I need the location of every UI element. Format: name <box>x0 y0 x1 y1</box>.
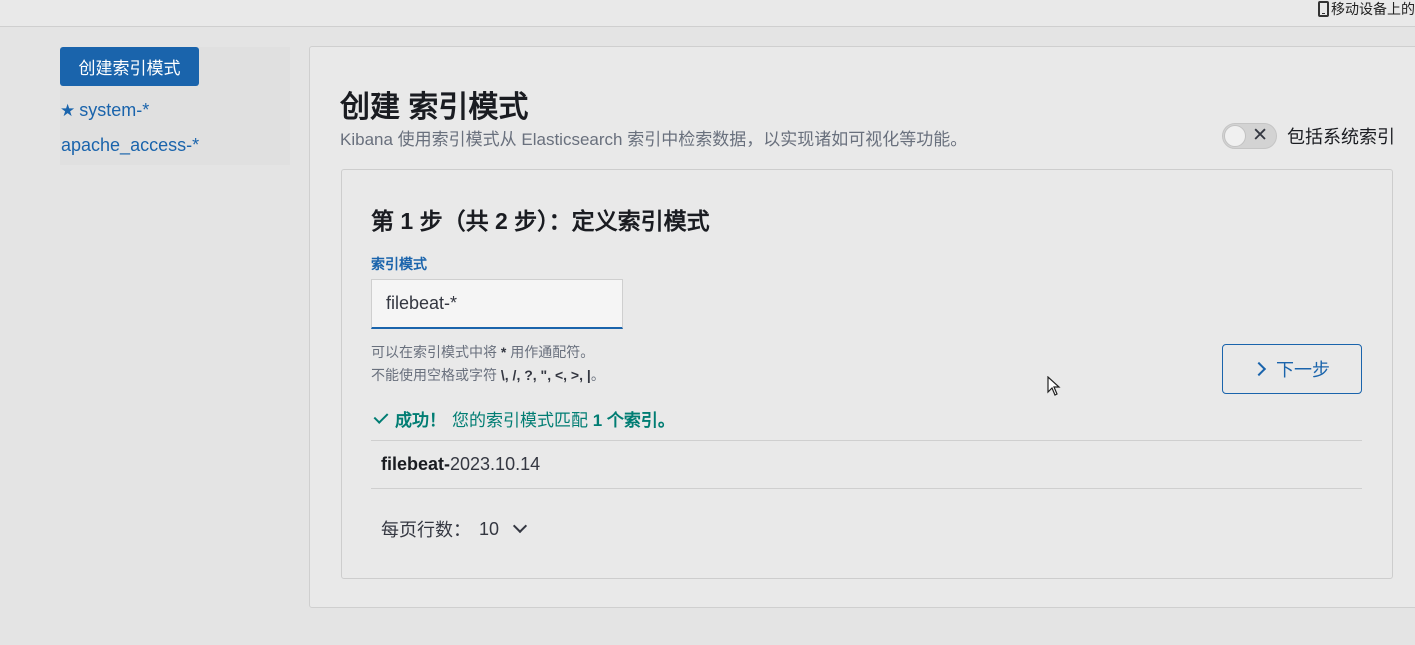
matching-indices-table: filebeat- 2023.10.14 <box>371 440 1362 489</box>
toggle-switch[interactable]: ✕ <box>1222 123 1277 149</box>
success-message: 成功！ 您的索引模式匹配 1 个索引。 <box>373 406 675 431</box>
chevron-down-icon <box>512 518 528 534</box>
mobile-device-label: 移动设备上的 <box>1331 1 1415 17</box>
close-icon: ✕ <box>1252 125 1268 146</box>
sidebar-item-apache-access[interactable]: apache_access-* <box>61 135 199 156</box>
sidebar-item-label: system-* <box>79 100 150 120</box>
help-text-characters: 不能使用空格或字符 \, /, ?, ", <, >, |。 <box>371 365 605 385</box>
index-pattern-label: 索引模式 <box>371 256 427 272</box>
sidebar: 创建索引模式 ★ system-* apache_access-* <box>60 47 290 165</box>
page-description: Kibana 使用索引模式从 Elasticsearch 索引中检索数据，以实现… <box>340 130 968 149</box>
help-text-wildcard: 可以在索引模式中将 * 用作通配符。 <box>371 342 594 362</box>
mobile-device-link[interactable]: 移动设备上的 <box>1318 0 1415 18</box>
index-pattern-input[interactable] <box>371 279 623 329</box>
help-text-part: 可以在索引模式中将 <box>371 344 501 360</box>
next-step-label: 下一步 <box>1276 360 1330 380</box>
help-text-part: 用作通配符。 <box>506 344 595 360</box>
top-bar: 移动设备上的 <box>0 0 1415 27</box>
include-system-indices-toggle[interactable]: ✕ 包括系统索引 <box>1222 123 1395 149</box>
page-title: 创建 索引模式 <box>340 91 529 124</box>
check-icon <box>373 409 389 424</box>
create-index-pattern-button[interactable]: 创建索引模式 <box>60 47 199 86</box>
success-title: 成功！ <box>395 411 446 430</box>
step-title: 第 1 步（共 2 步）：定义索引模式 <box>371 208 710 234</box>
index-name-bold: filebeat- <box>381 454 451 474</box>
next-step-button[interactable]: 下一步 <box>1222 344 1362 394</box>
sidebar-item-system[interactable]: ★ system-* <box>60 100 149 121</box>
rows-per-page-value: 10 <box>479 518 500 539</box>
table-row: filebeat- 2023.10.14 <box>371 440 1362 489</box>
help-text-bold: \, /, ?, ", <, >, | <box>500 367 591 383</box>
step-card: 第 1 步（共 2 步）：定义索引模式 索引模式 可以在索引模式中将 * 用作通… <box>341 169 1393 579</box>
rows-per-page-label: 每页行数： <box>381 520 471 540</box>
index-name-rest: 2023.10.14 <box>450 454 541 474</box>
success-count: 1 个索引。 <box>592 411 675 430</box>
help-text-part: 。 <box>590 367 605 383</box>
success-text-part: 您的索引模式匹配 <box>452 411 593 430</box>
chevron-right-icon <box>1251 361 1267 377</box>
star-icon: ★ <box>60 101 76 120</box>
mouse-cursor-icon <box>1047 376 1061 396</box>
sidebar-item-label: apache_access-* <box>61 135 200 155</box>
main-panel: 创建 索引模式 Kibana 使用索引模式从 Elasticsearch 索引中… <box>309 46 1415 608</box>
success-text: 您的索引模式匹配 1 个索引。 <box>452 406 675 431</box>
toggle-knob <box>1224 125 1246 147</box>
rows-per-page-selector[interactable]: 每页行数： 10 <box>381 516 528 542</box>
help-text-part: 不能使用空格或字符 <box>371 367 501 383</box>
phone-icon <box>1318 1 1329 17</box>
toggle-label: 包括系统索引 <box>1287 127 1395 147</box>
